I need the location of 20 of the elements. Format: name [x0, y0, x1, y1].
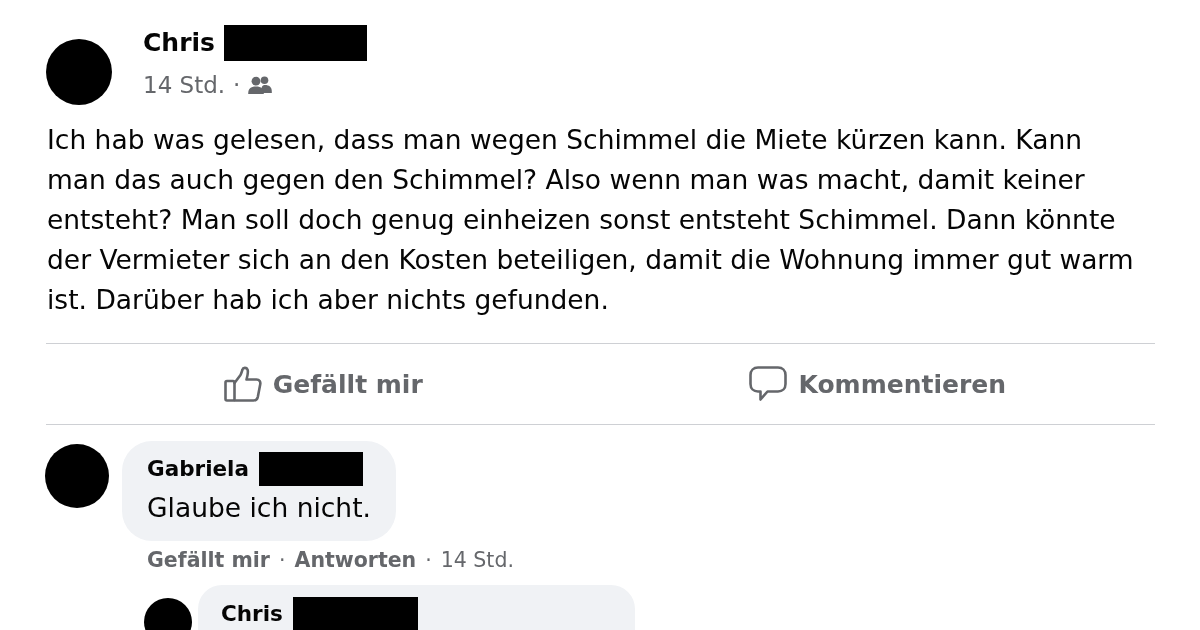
- avatar[interactable]: [144, 598, 192, 630]
- author-name[interactable]: Gabriela: [147, 454, 249, 484]
- thumbs-up-icon: [223, 366, 262, 402]
- separator-dot: ·: [425, 548, 432, 572]
- avatar[interactable]: [46, 39, 112, 105]
- comment-button[interactable]: Kommentieren: [745, 362, 1010, 406]
- speech-bubble-icon: [749, 366, 788, 402]
- like-button[interactable]: Gefällt mir: [219, 362, 427, 406]
- post-time[interactable]: 14 Std.: [143, 70, 226, 100]
- avatar[interactable]: [45, 444, 109, 508]
- people-icon: [248, 76, 273, 94]
- post-text: Ich hab was gelesen, dass man wegen Schimmel die Miete kürzen kann. Kann man das auch gegen den Schimmel? Also wenn man was macht, damit keiner entsteht? Man soll doch genug einheizen sonst entsteht Schimmel. Dann könnte der Vermieter sich an den Kosten beteiligen, damit die Wohnung immer gut warm ist. Darüber hab ich aber nichts gefunden.: [47, 123, 1135, 317]
- author-name[interactable]: Chris: [221, 598, 283, 629]
- comment-time: 14 Std.: [440, 548, 514, 572]
- comment-text: Glaube ich nicht.: [147, 491, 371, 525]
- separator-dot: ·: [279, 548, 286, 572]
- reply-link[interactable]: Antworten: [294, 548, 417, 572]
- separator-dot: ·: [233, 71, 241, 100]
- like-link[interactable]: Gefällt mir: [147, 548, 270, 572]
- author-name[interactable]: Chris: [143, 25, 215, 61]
